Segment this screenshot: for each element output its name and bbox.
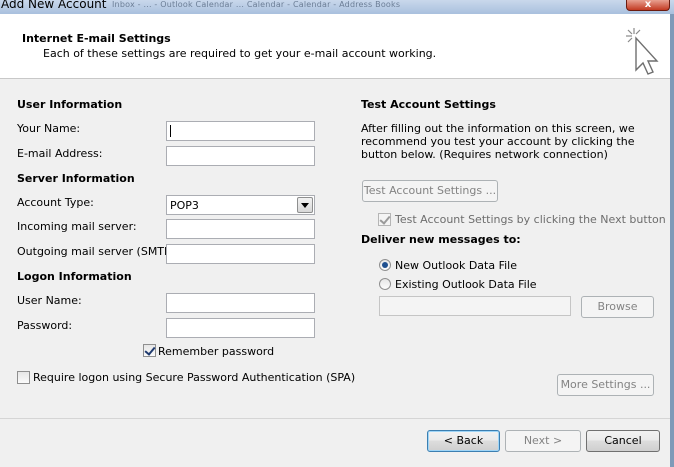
email-address-label: E-mail Address:	[17, 147, 103, 160]
outgoing-server-input[interactable]	[166, 244, 315, 264]
server-information-heading: Server Information	[17, 172, 135, 185]
remember-password-label: Remember password	[158, 345, 275, 358]
incoming-server-label: Incoming mail server:	[17, 220, 137, 233]
outgoing-server-label: Outgoing mail server (SMTP):	[17, 245, 179, 258]
password-input[interactable]	[166, 318, 315, 338]
user-information-heading: User Information	[17, 98, 123, 111]
header-title: Internet E-mail Settings	[22, 32, 171, 45]
test-account-settings-heading: Test Account Settings	[361, 98, 496, 111]
remember-password-checkbox[interactable]	[143, 344, 156, 357]
window-title: Add New Account	[1, 0, 107, 11]
background-window-title: Inbox - ... - Outlook Calendar ... Calen…	[112, 0, 401, 9]
new-data-file-radio[interactable]	[379, 259, 391, 271]
browse-button[interactable]: Browse	[581, 296, 654, 318]
password-label: Password:	[17, 319, 73, 332]
footer-separator	[0, 418, 670, 419]
spa-label: Require logon using Secure Password Auth…	[33, 371, 356, 384]
header-subtitle: Each of these settings are required to g…	[43, 47, 437, 60]
cancel-button[interactable]: Cancel	[586, 430, 660, 452]
spa-checkbox[interactable]	[17, 371, 30, 384]
back-button[interactable]: < Back	[427, 430, 500, 452]
user-name-label: User Name:	[17, 294, 82, 307]
account-type-label: Account Type:	[17, 196, 94, 209]
your-name-input[interactable]	[166, 121, 315, 141]
close-icon: x	[644, 0, 652, 10]
test-on-next-label: Test Account Settings by clicking the Ne…	[395, 213, 666, 226]
deliver-messages-heading: Deliver new messages to:	[361, 233, 521, 246]
email-address-input[interactable]	[166, 146, 315, 166]
user-name-input[interactable]	[166, 293, 315, 313]
test-account-settings-button[interactable]: Test Account Settings ...	[362, 180, 498, 202]
your-name-label: Your Name:	[17, 122, 81, 135]
logon-information-heading: Logon Information	[17, 270, 132, 283]
more-settings-button[interactable]: More Settings ...	[557, 374, 654, 396]
existing-data-file-path-input[interactable]	[379, 296, 571, 316]
existing-data-file-label: Existing Outlook Data File	[395, 278, 537, 291]
close-button[interactable]: x	[626, 0, 670, 11]
new-data-file-label: New Outlook Data File	[395, 259, 517, 272]
existing-data-file-radio[interactable]	[379, 278, 391, 290]
title-bar: Add New Account Inbox - ... - Outlook Ca…	[0, 0, 674, 14]
wizard-header: Internet E-mail Settings Each of these s…	[0, 14, 674, 79]
window-frame	[670, 14, 674, 467]
next-button[interactable]: Next >	[505, 430, 581, 452]
account-type-select[interactable]: POP3	[166, 195, 315, 215]
test-on-next-checkbox[interactable]	[378, 213, 391, 226]
chevron-down-icon[interactable]	[297, 197, 313, 213]
cursor-sparkle-icon	[626, 28, 659, 75]
test-description: After filling out the information on thi…	[361, 122, 635, 161]
incoming-server-input[interactable]	[166, 219, 315, 239]
account-type-value: POP3	[170, 199, 199, 212]
